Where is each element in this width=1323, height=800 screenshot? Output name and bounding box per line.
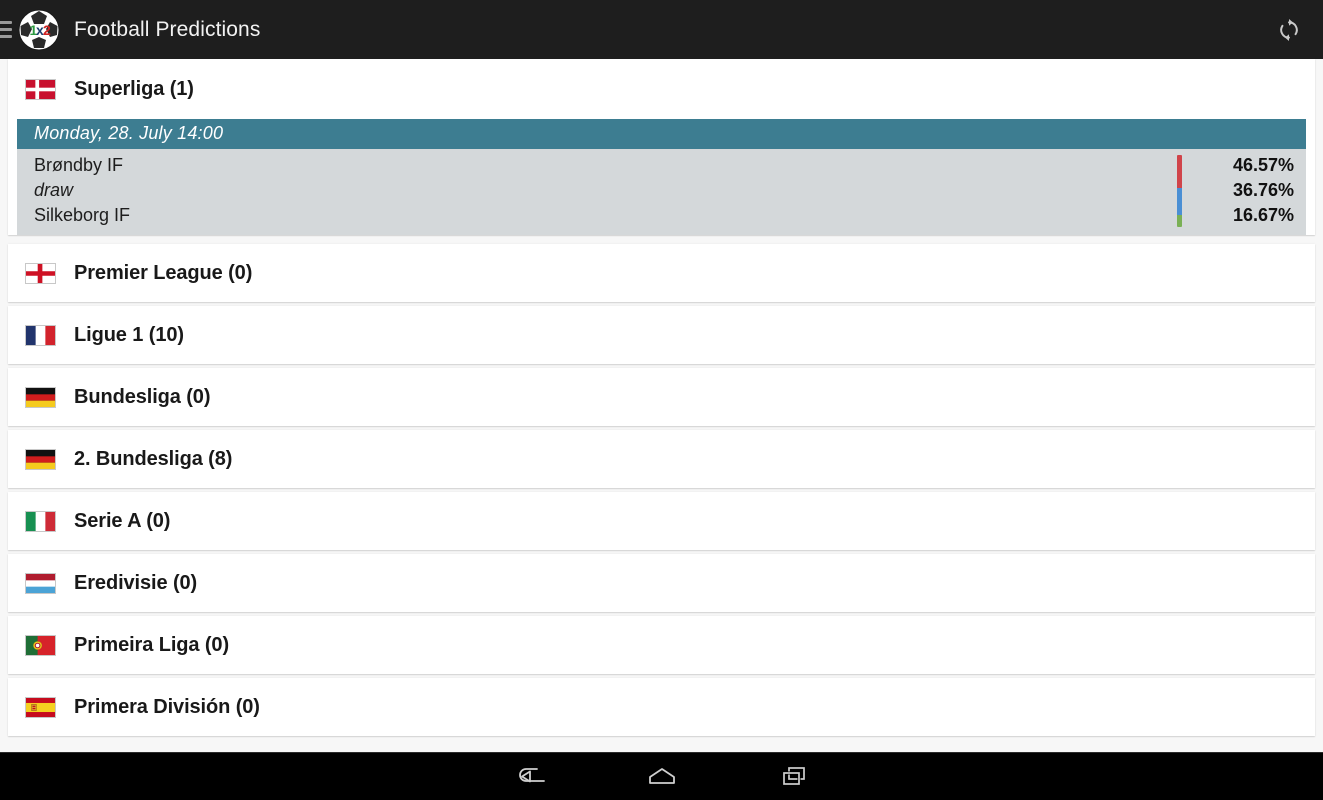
league-header-superliga[interactable]: Superliga (1) xyxy=(8,59,1315,119)
app-logo-soccer-ball-1x2[interactable]: 1 x 2 xyxy=(18,9,60,51)
league-card[interactable]: Primeira Liga (0) xyxy=(8,616,1315,674)
probability-bar-away-segment xyxy=(1177,214,1182,227)
league-row[interactable]: Bundesliga (0) xyxy=(8,368,1315,426)
match-datetime: Monday, 28. July 14:00 xyxy=(17,119,1306,149)
league-name-label: Ligue 1 (10) xyxy=(74,323,184,346)
home-team-label: Brøndby IF xyxy=(34,155,124,175)
league-card[interactable]: Ligue 1 (10) xyxy=(8,306,1315,364)
league-row[interactable]: Primeira Liga (0) xyxy=(8,616,1315,674)
league-row[interactable]: Serie A (0) xyxy=(8,492,1315,550)
league-name-label: Primera División (0) xyxy=(74,695,260,718)
flag-france-icon xyxy=(25,324,56,346)
league-row[interactable]: Premier League (0) xyxy=(8,244,1315,302)
refresh-icon xyxy=(1280,18,1298,41)
league-row[interactable]: 2. Bundesliga (8) xyxy=(8,430,1315,488)
league-name-label: Serie A (0) xyxy=(74,509,171,532)
probability-values: 46.57% 36.76% 16.67% xyxy=(1200,153,1294,228)
league-name-label: Premier League (0) xyxy=(74,261,253,284)
league-name-label: Bundesliga (0) xyxy=(74,385,211,408)
probability-bar-draw-segment xyxy=(1177,188,1182,215)
league-card[interactable]: Serie A (0) xyxy=(8,492,1315,550)
league-name-label: 2. Bundesliga (8) xyxy=(74,447,233,470)
hamburger-menu-icon[interactable] xyxy=(0,19,14,41)
recent-apps-button[interactable] xyxy=(728,753,860,800)
league-name-label: Superliga (1) xyxy=(74,77,194,100)
league-name-label: Primeira Liga (0) xyxy=(74,633,230,656)
league-card-superliga[interactable]: Superliga (1) Monday, 28. July 14:00 Brø… xyxy=(8,59,1315,235)
draw-percent-value: 36.76% xyxy=(1232,180,1294,200)
league-card[interactable]: Primera División (0) xyxy=(8,678,1315,736)
away-percent-value: 16.67% xyxy=(1232,205,1294,225)
league-list-scroll-area[interactable]: Superliga (1) Monday, 28. July 14:00 Brø… xyxy=(0,59,1323,753)
page-title: Football Predictions xyxy=(74,17,261,41)
league-name-label: Eredivisie (0) xyxy=(74,571,198,594)
league-row[interactable]: Ligue 1 (10) xyxy=(8,306,1315,364)
back-arrow-icon xyxy=(518,767,545,782)
hamburger-line xyxy=(0,35,12,38)
league-card[interactable]: Bundesliga (0) xyxy=(8,368,1315,426)
app-bar: 1 x 2 Football Predictions xyxy=(0,0,1323,59)
league-card[interactable]: 2. Bundesliga (8) xyxy=(8,430,1315,488)
flag-italy-icon xyxy=(25,510,56,532)
away-team-label: Silkeborg IF xyxy=(34,205,131,225)
flag-germany-icon xyxy=(25,386,56,408)
hamburger-line xyxy=(0,21,12,24)
home-button[interactable] xyxy=(596,753,728,800)
draw-label: draw xyxy=(34,180,74,200)
flag-denmark-icon xyxy=(25,78,56,100)
league-card[interactable]: Eredivisie (0) xyxy=(8,554,1315,612)
probability-bar xyxy=(1177,154,1182,227)
league-list: Premier League (0) Ligue 1 (10) Bundesliga… xyxy=(0,244,1323,736)
flag-netherlands-icon xyxy=(25,572,56,594)
recent-apps-icon xyxy=(782,766,805,785)
back-button[interactable] xyxy=(464,753,596,800)
match-body: Brøndby IF draw Silkeborg IF 46.57% 36.7… xyxy=(17,149,1306,235)
refresh-button[interactable] xyxy=(1261,0,1317,59)
flag-england-icon xyxy=(25,262,56,284)
flag-germany-icon xyxy=(25,448,56,470)
svg-text:2: 2 xyxy=(43,22,51,38)
league-row[interactable]: Eredivisie (0) xyxy=(8,554,1315,612)
home-percent-value: 46.57% xyxy=(1232,155,1294,175)
league-row[interactable]: Primera División (0) xyxy=(8,678,1315,736)
android-navigation-bar xyxy=(0,752,1323,800)
match-teams: Brøndby IF draw Silkeborg IF xyxy=(17,153,1177,228)
match-probabilities: 46.57% 36.76% 16.67% xyxy=(1177,153,1306,228)
league-card[interactable]: Premier League (0) xyxy=(8,244,1315,302)
match-row[interactable]: Monday, 28. July 14:00 Brøndby IF draw S… xyxy=(17,119,1306,235)
flag-spain-icon xyxy=(25,696,56,718)
probability-bar-home-segment xyxy=(1177,154,1182,189)
home-icon xyxy=(648,767,675,784)
flag-portugal-icon xyxy=(25,634,56,656)
hamburger-line xyxy=(0,28,12,31)
